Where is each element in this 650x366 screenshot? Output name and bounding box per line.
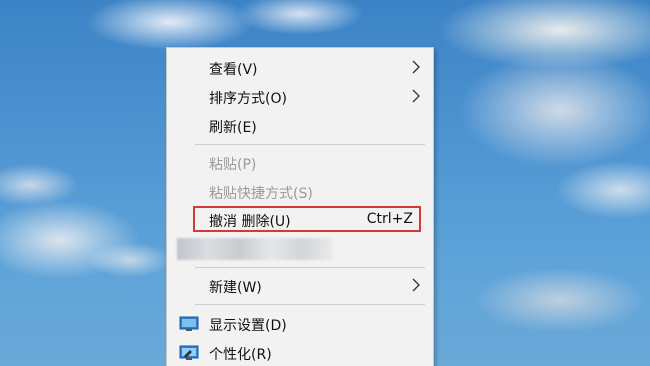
menu-item-label: 个性化(R) xyxy=(209,347,272,363)
chevron-right-icon xyxy=(412,89,420,103)
menu-item-paste-shortcut[interactable]: 粘贴快捷方式(S) xyxy=(167,179,433,205)
menu-item-personalize[interactable]: 个性化(R) xyxy=(167,340,433,366)
chevron-right-icon xyxy=(412,278,420,292)
menu-item-label: 查看(V) xyxy=(209,62,258,78)
menu-item-label: 显示设置(D) xyxy=(209,318,287,334)
highlight-box xyxy=(193,206,421,232)
blurred-menu-item xyxy=(177,238,333,260)
menu-item-label: 新建(W) xyxy=(209,280,262,296)
menu-item-new[interactable]: 新建(W) xyxy=(167,273,433,299)
menu-item-view[interactable]: 查看(V) xyxy=(167,55,433,81)
menu-separator xyxy=(195,304,425,305)
menu-item-paste[interactable]: 粘贴(P) xyxy=(167,150,433,176)
display-settings-icon xyxy=(179,316,199,331)
menu-item-refresh[interactable]: 刷新(E) xyxy=(167,113,433,139)
menu-item-label: 刷新(E) xyxy=(209,120,257,136)
personalize-icon xyxy=(179,345,199,360)
menu-item-label: 排序方式(O) xyxy=(209,91,287,107)
menu-item-display-settings[interactable]: 显示设置(D) xyxy=(167,311,433,337)
context-menu: 查看(V) 排序方式(O) 刷新(E) 粘贴(P) 粘贴快捷方式(S) 撤消 删… xyxy=(166,47,434,366)
menu-separator xyxy=(195,144,425,145)
menu-item-sort-by[interactable]: 排序方式(O) xyxy=(167,84,433,110)
menu-item-label: 粘贴(P) xyxy=(209,157,257,173)
menu-item-label: 粘贴快捷方式(S) xyxy=(209,186,313,202)
chevron-right-icon xyxy=(412,60,420,74)
menu-separator xyxy=(195,267,425,268)
